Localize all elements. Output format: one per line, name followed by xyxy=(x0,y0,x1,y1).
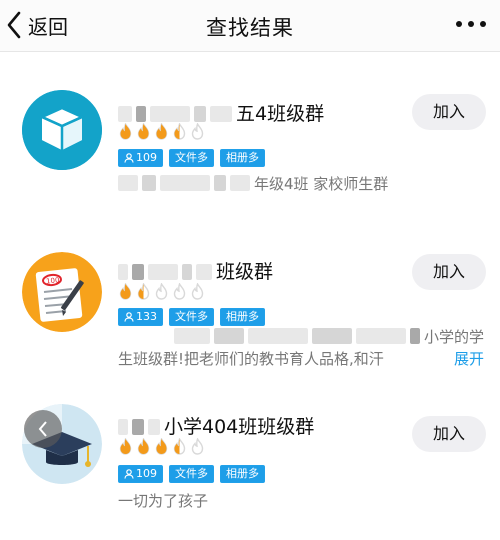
tag-album: 相册多 xyxy=(220,308,265,326)
group-name: 班级群 xyxy=(118,257,273,284)
person-icon xyxy=(124,312,134,322)
member-count: 133 xyxy=(136,310,157,323)
tag-files: 文件多 xyxy=(169,308,214,326)
test-paper-icon: 100 xyxy=(22,252,102,332)
member-count: 109 xyxy=(136,467,157,480)
group-tags: 109 文件多 相册多 xyxy=(118,465,265,483)
tag-files: 文件多 xyxy=(169,149,214,167)
flame-icon xyxy=(173,438,186,455)
flame-icon xyxy=(137,438,150,455)
group-tags: 133 文件多 相册多 xyxy=(118,308,265,326)
group-name-text: 五4班级群 xyxy=(236,103,325,125)
group-description-line1: 小学的学 xyxy=(423,328,484,346)
activity-rating xyxy=(118,283,205,300)
group-name-text: 小学404班班级群 xyxy=(164,416,315,438)
group-name-text: 班级群 xyxy=(216,261,274,283)
redacted-block xyxy=(230,175,250,191)
activity-rating xyxy=(118,123,205,140)
more-options-button[interactable] xyxy=(456,18,486,30)
flame-icon xyxy=(137,283,150,300)
member-count-badge: 109 xyxy=(118,149,163,167)
group-result-item[interactable]: 小学404班班级群 109 文件多 相册多 一切为了孩子 加入 xyxy=(0,390,500,540)
group-description: 小学的学 生班级群!把老师们的教书育人品格,和汗 展开 xyxy=(118,326,492,370)
join-button[interactable]: 加入 xyxy=(412,94,486,130)
group-avatar[interactable] xyxy=(22,90,102,170)
redacted-block xyxy=(311,328,352,344)
redacted-block xyxy=(160,175,210,191)
flame-icon xyxy=(137,123,150,140)
redacted-block xyxy=(173,328,210,344)
redacted-block xyxy=(194,106,206,122)
group-name: 五4班级群 xyxy=(118,99,324,126)
redacted-block xyxy=(118,264,128,280)
tag-album: 相册多 xyxy=(220,149,265,167)
redacted-block xyxy=(132,419,144,435)
text-fade xyxy=(418,348,458,370)
group-description: 年级4班 家校师生群 xyxy=(118,173,388,194)
flame-icon xyxy=(173,123,186,140)
expand-link[interactable]: 展开 xyxy=(454,348,484,370)
group-result-item[interactable]: 100 班级群 133 文件多 相册多 小学的学 生班级群!把老师们的教书育人品… xyxy=(0,222,500,390)
redacted-block xyxy=(210,106,232,122)
member-count: 109 xyxy=(136,151,157,164)
person-icon xyxy=(124,153,134,163)
more-dot-icon xyxy=(480,21,486,27)
redacted-block xyxy=(118,419,128,435)
member-count-badge: 109 xyxy=(118,465,163,483)
redacted-block xyxy=(118,106,132,122)
redacted-block xyxy=(213,328,244,344)
open-box-icon xyxy=(22,90,102,170)
redacted-block xyxy=(136,106,146,122)
page-title: 查找结果 xyxy=(206,16,294,40)
group-avatar[interactable]: 100 xyxy=(22,252,102,332)
redacted-block xyxy=(142,175,156,191)
more-dot-icon xyxy=(456,21,462,27)
group-tags: 109 文件多 相册多 xyxy=(118,149,265,167)
flame-icon xyxy=(155,123,168,140)
group-result-item[interactable]: 五4班级群 109 文件多 相册多 年级4班 家校师生群 加入 xyxy=(0,52,500,222)
redacted-block xyxy=(182,264,192,280)
flame-icon xyxy=(191,283,204,300)
redacted-block xyxy=(409,328,420,344)
redacted-block xyxy=(150,106,190,122)
flame-icon xyxy=(119,123,132,140)
flame-icon xyxy=(155,438,168,455)
redacted-block xyxy=(196,264,212,280)
group-description: 一切为了孩子 xyxy=(118,492,209,510)
flame-icon xyxy=(119,438,132,455)
activity-rating xyxy=(118,438,205,455)
redacted-block xyxy=(214,175,226,191)
more-dot-icon xyxy=(468,21,474,27)
redacted-block xyxy=(148,419,160,435)
join-button[interactable]: 加入 xyxy=(412,254,486,290)
member-count-badge: 133 xyxy=(118,308,163,326)
flame-icon xyxy=(191,123,204,140)
group-name: 小学404班班级群 xyxy=(118,412,314,439)
flame-icon xyxy=(119,283,132,300)
group-description-line2: 生班级群!把老师们的教书育人品格,和汗 xyxy=(118,350,384,368)
group-description-text: 年级4班 家校师生群 xyxy=(254,175,389,193)
carousel-back-overlay[interactable] xyxy=(24,410,62,448)
flame-icon xyxy=(173,283,186,300)
person-icon xyxy=(124,469,134,479)
join-button[interactable]: 加入 xyxy=(412,416,486,452)
flame-icon xyxy=(191,438,204,455)
redacted-block xyxy=(355,328,406,344)
chevron-left-icon xyxy=(38,421,47,437)
flame-icon xyxy=(155,283,168,300)
svg-text:100: 100 xyxy=(46,276,60,285)
top-bar: 返回 查找结果 xyxy=(0,0,500,52)
redacted-block xyxy=(132,264,144,280)
redacted-block xyxy=(118,175,138,191)
redacted-block xyxy=(247,328,308,344)
tag-album: 相册多 xyxy=(220,465,265,483)
tag-files: 文件多 xyxy=(169,465,214,483)
redacted-block xyxy=(148,264,178,280)
